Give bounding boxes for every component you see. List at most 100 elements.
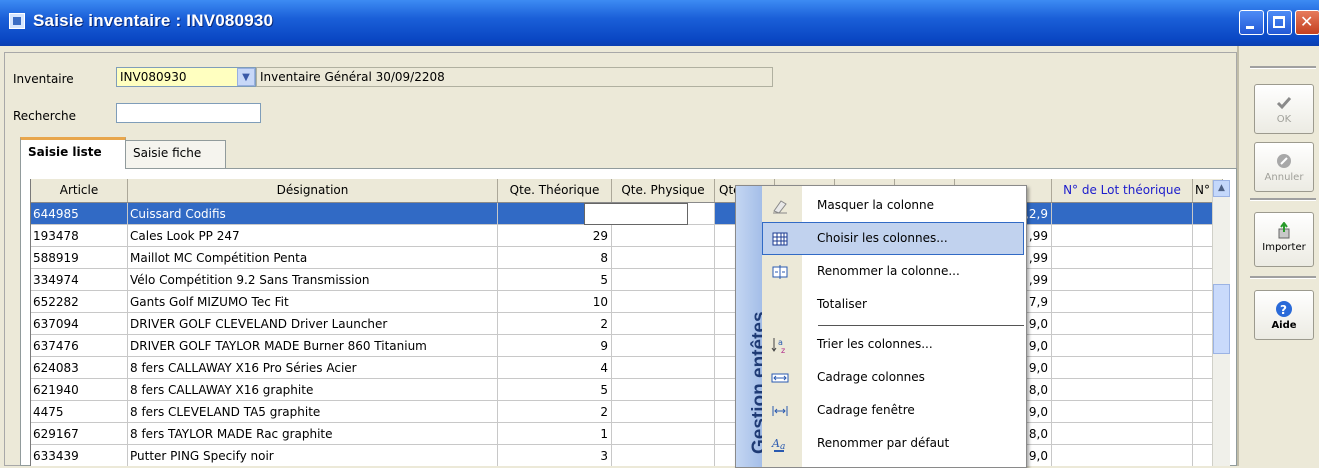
cell-article: 588919	[31, 247, 128, 269]
maximize-button[interactable]	[1267, 10, 1292, 35]
app-icon	[9, 13, 25, 29]
menu-item-trier-colonnes[interactable]: az Trier les colonnes...	[762, 328, 1024, 361]
cell-qte-physique[interactable]	[612, 335, 715, 357]
menu-item-choisir-colonnes[interactable]: Choisir les colonnes...	[762, 222, 1024, 255]
recherche-label: Recherche	[13, 109, 77, 123]
cell-lot-theorique	[1052, 247, 1193, 269]
table-row[interactable]: 637476 DRIVER GOLF TAYLOR MADE Burner 860…	[31, 335, 1223, 357]
fit-columns-icon	[771, 369, 789, 387]
table-row[interactable]: 621940 8 fers CALLAWAY X16 graphite 5 8,0	[31, 379, 1223, 401]
inventaire-combo[interactable]: INV080930	[116, 67, 256, 87]
menu-item-renommer-defaut[interactable]: Aa Renommer par défaut	[762, 427, 1024, 460]
cell-article: 4475	[31, 401, 128, 423]
menu-item-cadrage-colonnes[interactable]: Cadrage colonnes	[762, 361, 1024, 394]
aide-button[interactable]: ? Aide	[1254, 290, 1314, 340]
cell-lot-theorique	[1052, 203, 1193, 225]
table-row[interactable]: 334974 Vélo Compétition 9.2 Sans Transmis…	[31, 269, 1223, 291]
cell-qte-theorique: 2	[498, 313, 612, 335]
cell-qte-physique[interactable]	[612, 445, 715, 466]
tab-saisie-liste[interactable]: Saisie liste	[20, 137, 126, 169]
columns-icon	[771, 230, 789, 248]
cell-designation: Cuissard Codifis	[128, 203, 498, 225]
cell-lot-theorique	[1052, 357, 1193, 379]
context-menu: Gestion entêtes Masquer la colonne Chois…	[735, 185, 1027, 468]
minimize-button[interactable]	[1239, 10, 1264, 35]
close-button[interactable]	[1295, 10, 1319, 35]
eraser-icon	[771, 197, 789, 215]
table-row[interactable]: 193478 Cales Look PP 247 29,99	[31, 225, 1223, 247]
cell-qte-physique[interactable]	[612, 269, 715, 291]
cell-designation: Maillot MC Compétition Penta	[128, 247, 498, 269]
rename-column-icon	[771, 263, 789, 281]
qte-physique-edit-field[interactable]	[584, 203, 688, 225]
cell-qte-physique[interactable]	[612, 291, 715, 313]
panel-divider	[1237, 46, 1239, 466]
cell-designation: Putter PING Specify noir	[128, 445, 498, 466]
annuler-button[interactable]: Annuler	[1254, 142, 1314, 192]
cell-article: 652282	[31, 291, 128, 313]
menu-item-renommer-colonne[interactable]: Renommer la colonne...	[762, 255, 1024, 288]
column-header-article[interactable]: Article	[31, 179, 128, 202]
cell-qte-theorique: 2	[498, 401, 612, 423]
table-row[interactable]: 629167 8 fers TAYLOR MADE Rac graphite 1 8,…	[31, 423, 1223, 445]
table-row[interactable]: 637094 DRIVER GOLF CLEVELAND Driver Launc…	[31, 313, 1223, 335]
table-row[interactable]: 624083 8 fers CALLAWAY X16 Pro Séries Aci…	[31, 357, 1223, 379]
sort-az-icon: az	[771, 336, 789, 355]
cell-lot-theorique	[1052, 225, 1193, 247]
cell-qte-physique[interactable]	[612, 401, 715, 423]
cell-designation: Vélo Compétition 9.2 Sans Transmission	[128, 269, 498, 291]
cell-qte-physique[interactable]	[612, 357, 715, 379]
cell-qte-theorique: 10	[498, 291, 612, 313]
table-row[interactable]: 644985Cuissard Codifis40,2,9	[31, 203, 1223, 225]
tab-saisie-fiche[interactable]: Saisie fiche	[125, 140, 226, 168]
cell-designation: 8 fers TAYLOR MADE Rac graphite	[128, 423, 498, 445]
cell-qte-physique[interactable]	[612, 379, 715, 401]
column-header-lot-theorique[interactable]: N° de Lot théorique	[1052, 179, 1193, 202]
fit-window-icon	[771, 402, 789, 420]
column-header-qte-physique[interactable]: Qte. Physique	[612, 179, 715, 202]
cell-qte-theorique: 8	[498, 247, 612, 269]
help-icon: ?	[1275, 300, 1293, 318]
cell-qte-physique[interactable]	[612, 423, 715, 445]
cancel-icon	[1275, 152, 1293, 170]
cell-qte-theorique: 1	[498, 423, 612, 445]
scroll-up-icon[interactable]: ▲	[1213, 180, 1230, 197]
cell-designation: 8 fers CLEVELAND TA5 graphite	[128, 401, 498, 423]
svg-text:z: z	[781, 346, 785, 354]
menu-item-cadrage-fenetre[interactable]: Cadrage fenêtre	[762, 394, 1024, 427]
table-row[interactable]: 633439 Putter PING Specify noir 3 9,0	[31, 445, 1223, 466]
cell-qte-physique[interactable]	[612, 313, 715, 335]
table-row[interactable]: 4475 8 fers CLEVELAND TA5 graphite 2 9,0	[31, 401, 1223, 423]
cell-article: 633439	[31, 445, 128, 466]
importer-button[interactable]: Importer	[1254, 212, 1314, 267]
cell-lot-theorique	[1052, 379, 1193, 401]
cell-lot-theorique	[1052, 401, 1193, 423]
cell-lot-theorique	[1052, 269, 1193, 291]
search-input[interactable]	[116, 103, 261, 123]
ok-button[interactable]: OK	[1254, 84, 1314, 134]
menu-separator	[818, 325, 1024, 326]
cell-article: 193478	[31, 225, 128, 247]
menu-item-totaliser[interactable]: Totaliser	[762, 288, 1024, 321]
chevron-down-icon[interactable]: ▼	[237, 68, 255, 86]
cell-qte-physique[interactable]	[612, 225, 715, 247]
svg-text:?: ?	[1280, 303, 1287, 317]
scroll-thumb[interactable]	[1213, 284, 1230, 354]
column-header-designation[interactable]: Désignation	[128, 179, 498, 202]
checkmark-icon	[1275, 94, 1293, 112]
inventaire-label: Inventaire	[13, 72, 74, 86]
menu-item-masquer-colonne[interactable]: Masquer la colonne	[762, 189, 1024, 222]
vertical-scrollbar[interactable]: ▲	[1212, 180, 1230, 466]
toolbar-separator	[1250, 66, 1316, 69]
column-header-qte-theorique[interactable]: Qte. Théorique	[498, 179, 612, 202]
cell-qte-theorique: 9	[498, 335, 612, 357]
cell-article: 644985	[31, 203, 128, 225]
table-row[interactable]: 652282 Gants Golf MIZUMO Tec Fit 10 7,9	[31, 291, 1223, 313]
cell-qte-physique[interactable]	[612, 247, 715, 269]
cell-article: 629167	[31, 423, 128, 445]
cell-lot-theorique	[1052, 291, 1193, 313]
cell-article: 637094	[31, 313, 128, 335]
cell-lot-theorique	[1052, 445, 1193, 466]
table-row[interactable]: 588919 Maillot MC Compétition Penta 8,99	[31, 247, 1223, 269]
cell-designation: DRIVER GOLF TAYLOR MADE Burner 860 Titan…	[128, 335, 498, 357]
